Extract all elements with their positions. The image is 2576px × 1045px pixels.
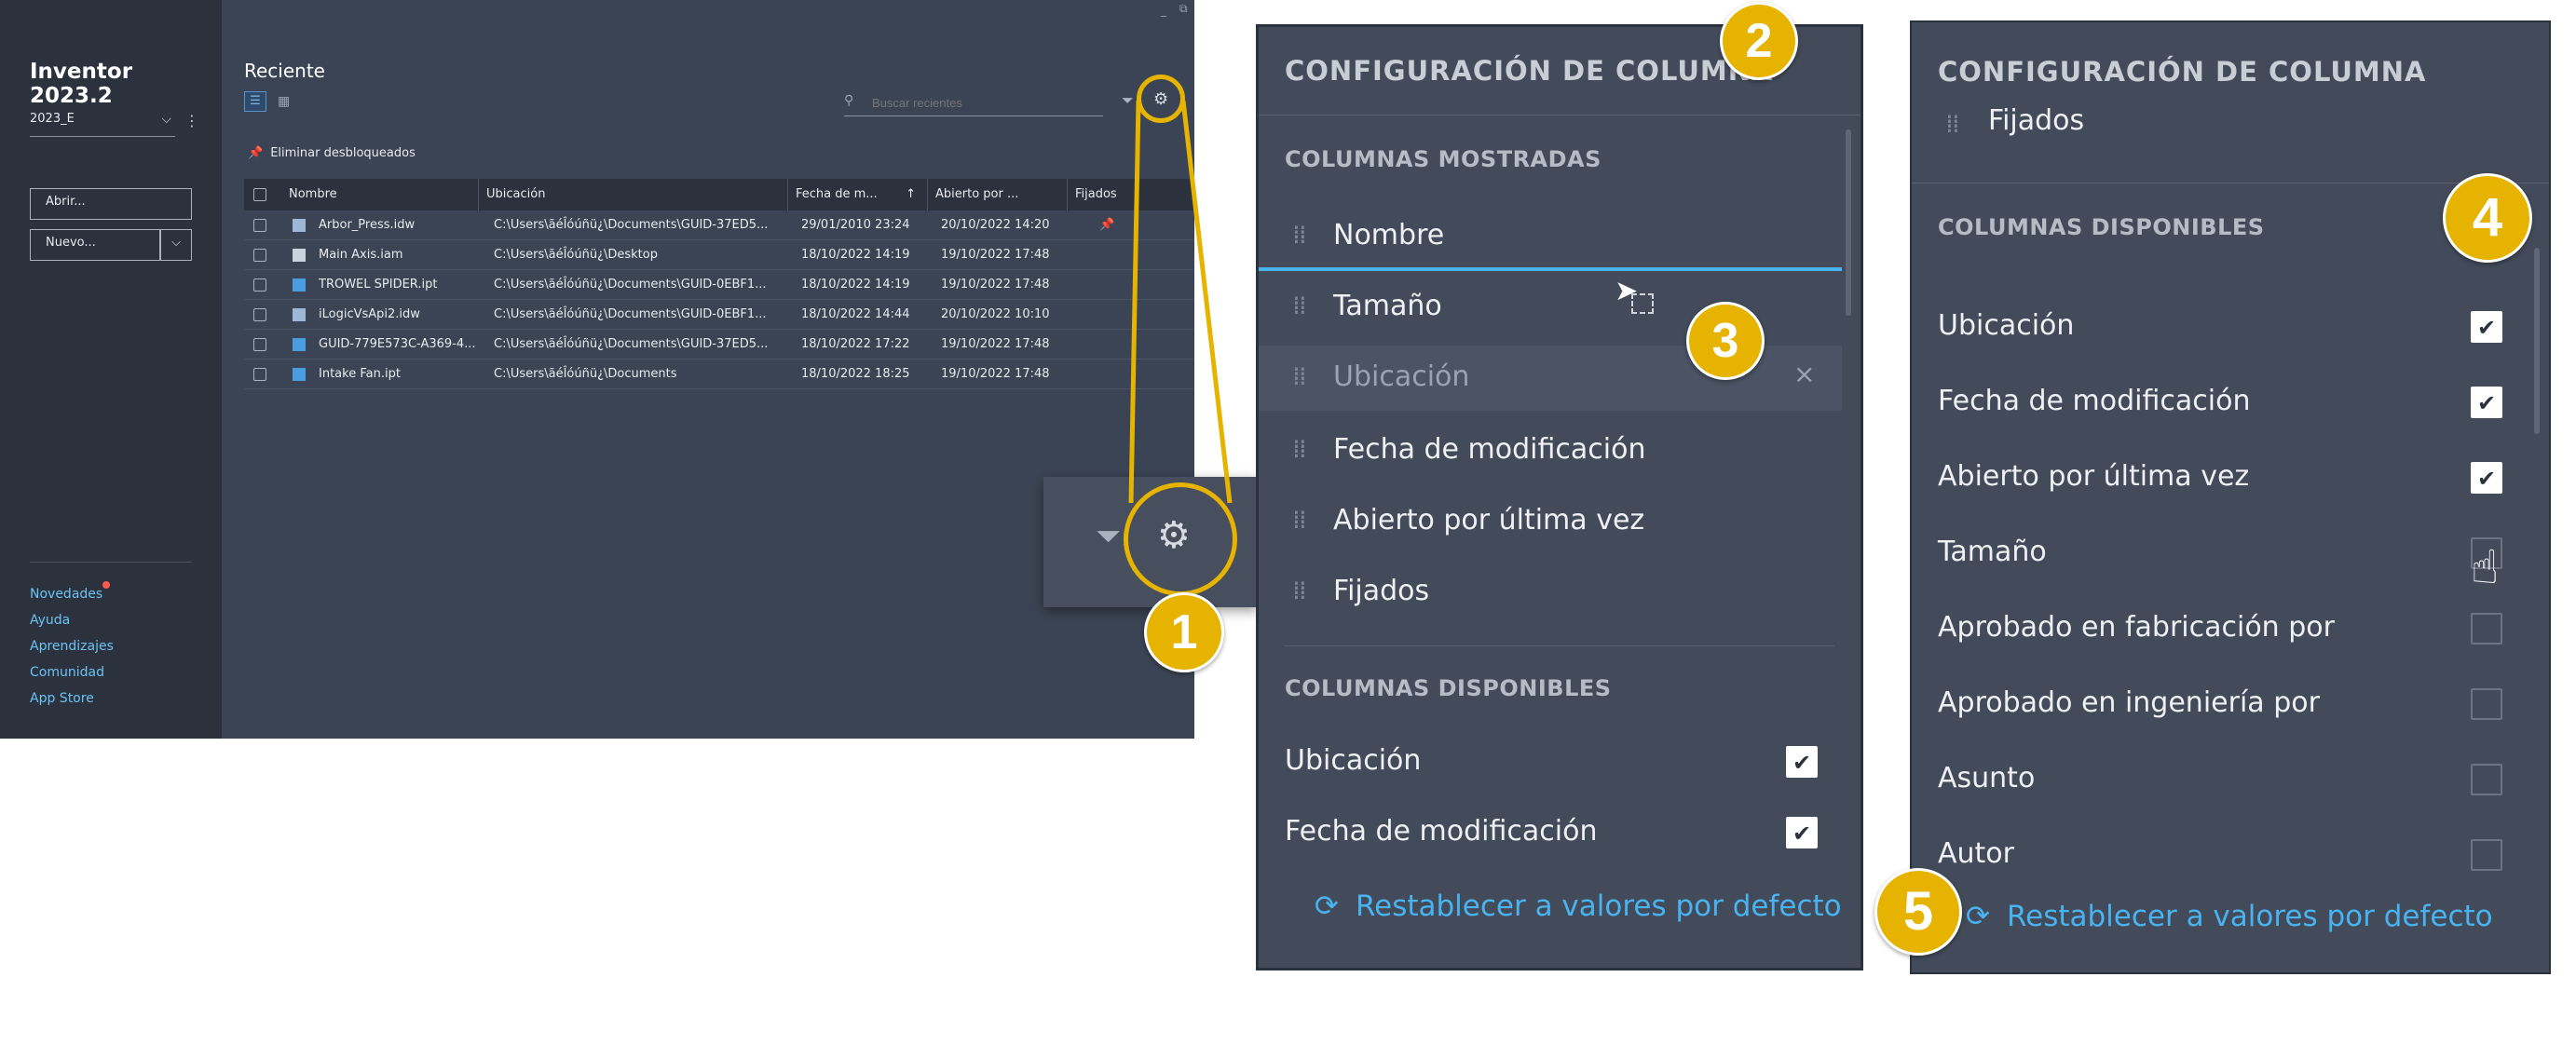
column-checkbox[interactable] bbox=[2471, 839, 2502, 871]
drag-handle-icon[interactable]: ⁞⁞ bbox=[1292, 360, 1307, 391]
column-config-panel-scrolled: CONFIGURACIÓN DE COLUMNA ⁞⁞ Fijados COLU… bbox=[1910, 20, 2551, 974]
drag-ghost-icon bbox=[1631, 293, 1654, 314]
available-columns-header: COLUMNAS DISPONIBLES bbox=[1285, 675, 1612, 701]
shown-column-item[interactable]: Abierto por última vez bbox=[1333, 504, 1644, 536]
shown-column-item[interactable]: Tamaño bbox=[1333, 290, 1442, 322]
available-column-label: Abierto por última vez bbox=[1938, 460, 2250, 493]
available-column-label: Tamaño bbox=[1938, 536, 2047, 568]
column-checkbox[interactable] bbox=[2471, 764, 2502, 795]
available-columns-header: COLUMNAS DISPONIBLES bbox=[1938, 214, 2265, 240]
hand-cursor-icon: ☝ bbox=[2471, 540, 2500, 594]
callout-1: 1 bbox=[1144, 592, 1224, 672]
shown-column-item[interactable]: Nombre bbox=[1333, 219, 1444, 251]
drag-handle-icon[interactable]: ⁞⁞ bbox=[1292, 433, 1307, 464]
drag-handle-icon[interactable]: ⁞⁞ bbox=[1292, 219, 1307, 250]
available-column-label: Aprobado en ingeniería por bbox=[1938, 686, 2320, 719]
callout-4: 4 bbox=[2443, 173, 2532, 263]
shown-column-item: Ubicación bbox=[1333, 360, 1470, 393]
column-checkbox[interactable]: ✔ bbox=[1786, 817, 1818, 848]
panel-title: CONFIGURACIÓN DE COLUMNA bbox=[1285, 55, 1774, 87]
reset-label: Restablecer a valores por defecto bbox=[2006, 900, 2493, 933]
column-checkbox[interactable]: ✔ bbox=[2471, 311, 2502, 343]
drag-handle-icon[interactable]: ⁞⁞ bbox=[1292, 290, 1307, 320]
shown-column-item[interactable]: Fijados bbox=[1333, 575, 1429, 607]
column-checkbox[interactable]: ✔ bbox=[1786, 746, 1818, 778]
panel-title: CONFIGURACIÓN DE COLUMNA bbox=[1938, 56, 2427, 88]
scrollbar[interactable] bbox=[1846, 129, 1851, 316]
shown-column-item[interactable]: Fijados bbox=[1988, 104, 2084, 137]
available-column-label: Aprobado en fabricación por bbox=[1938, 611, 2335, 644]
reset-label: Restablecer a valores por defecto bbox=[1355, 889, 1842, 923]
shown-column-item[interactable]: Fecha de modificación bbox=[1333, 433, 1645, 466]
refresh-icon: ⟳ bbox=[1315, 889, 1339, 923]
refresh-icon: ⟳ bbox=[1966, 900, 1990, 933]
available-column-label: Ubicación bbox=[1285, 744, 1422, 777]
available-column-label: Autor bbox=[1938, 837, 2014, 870]
panel-divider bbox=[1285, 645, 1834, 646]
column-checkbox[interactable] bbox=[2471, 688, 2502, 720]
drag-handle-icon[interactable]: ⁞⁞ bbox=[1292, 504, 1307, 535]
reset-defaults-link[interactable]: ⟳ Restablecer a valores por defecto bbox=[1315, 889, 1842, 923]
available-column-label: Asunto bbox=[1938, 762, 2036, 794]
available-column-label: Ubicación bbox=[1938, 309, 2075, 342]
column-checkbox[interactable]: ✔ bbox=[2471, 387, 2502, 418]
reset-defaults-link[interactable]: ⟳ Restablecer a valores por defecto bbox=[1966, 900, 2493, 933]
available-column-label: Fecha de modificación bbox=[1938, 385, 2251, 417]
column-checkbox[interactable]: ✔ bbox=[2471, 462, 2502, 494]
callout-2: 2 bbox=[1720, 2, 1798, 80]
drag-handle-icon[interactable]: ⁞⁞ bbox=[1292, 575, 1307, 605]
available-column-label: Fecha de modificación bbox=[1285, 815, 1598, 848]
column-checkbox[interactable] bbox=[2471, 613, 2502, 645]
callout-3: 3 bbox=[1686, 302, 1765, 380]
close-icon[interactable]: × bbox=[1793, 359, 1815, 389]
drop-indicator bbox=[1259, 267, 1842, 271]
drag-handle-icon[interactable]: ⁞⁞ bbox=[1945, 108, 1960, 139]
callout-5: 5 bbox=[1874, 868, 1962, 956]
scrollbar[interactable] bbox=[2534, 248, 2540, 434]
shown-columns-header: COLUMNAS MOSTRADAS bbox=[1285, 146, 1601, 172]
column-config-panel: CONFIGURACIÓN DE COLUMNA COLUMNAS MOSTRA… bbox=[1256, 24, 1863, 970]
